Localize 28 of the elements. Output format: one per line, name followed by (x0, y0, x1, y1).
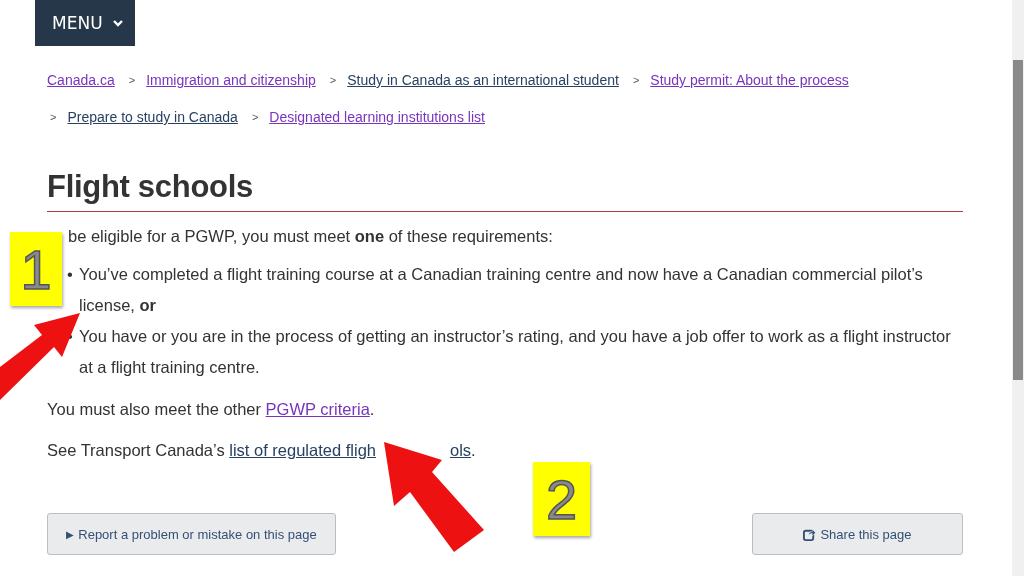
breadcrumb-separator: > (128, 74, 136, 86)
criteria-link[interactable]: PGWP criteria (265, 400, 370, 418)
regulated-schools-link[interactable]: list of regulated fligh (229, 441, 376, 459)
breadcrumb-link[interactable]: Prepare to study in Canada (67, 109, 238, 125)
transport-text: See Transport Canada’s list of regulated fligh ols. (47, 440, 477, 461)
scrollbar[interactable] (1012, 0, 1024, 576)
requirement-text: You’ve completed a flight training course at a Canadian training centre and now have a Canadian commercial pilot’s license, or (79, 264, 924, 316)
breadcrumb-link[interactable]: Immigration and citizenship (146, 72, 316, 88)
breadcrumb-link[interactable]: Study in Canada as an international student (347, 72, 619, 88)
intro-text: be eligible for a PGWP, you must meet one of these requirements: (68, 226, 554, 247)
breadcrumb-link[interactable]: Designated learning institutions list (269, 109, 485, 125)
report-problem-button[interactable]: ▶ Report a problem or mistake on this page (47, 513, 336, 555)
requirement-text: You have or you are in the process of getting an instructor’s rating, and you have a job offer to work as a flight instructor at a flight training centre. (79, 326, 952, 378)
number-badge: 2 (533, 462, 590, 536)
breadcrumb-separator: > (50, 111, 57, 123)
bullet: • (67, 264, 73, 285)
breadcrumb-separator: > (329, 74, 337, 86)
breadcrumb-separator: > (632, 74, 640, 86)
breadcrumb-link[interactable]: Canada.ca (47, 72, 115, 88)
breadcrumb-separator: > (251, 111, 259, 123)
share-button[interactable]: Share this page (752, 513, 963, 555)
criteria-text: You must also meet the other PGWP criteria. (47, 399, 376, 420)
page-heading: Flight schools (47, 169, 963, 212)
menu-button[interactable]: MENU (35, 0, 135, 46)
number-badge: 1 (10, 232, 62, 306)
chevron-down-icon (112, 19, 123, 27)
share-icon (803, 527, 817, 541)
breadcrumb-link[interactable]: Study permit: About the process (650, 72, 849, 88)
